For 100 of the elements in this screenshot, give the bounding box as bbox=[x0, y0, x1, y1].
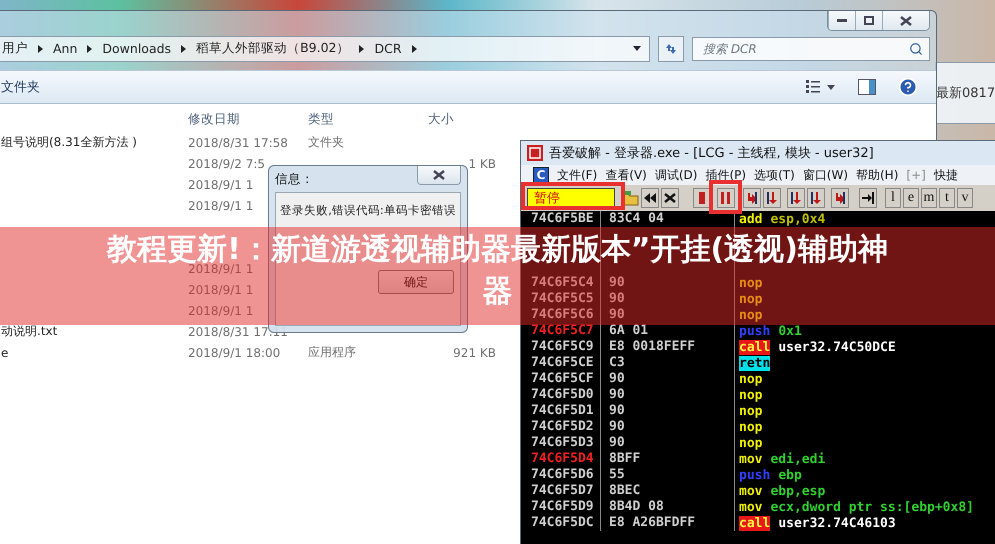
address-cell: 74C6F5D7 bbox=[521, 483, 601, 499]
step-button[interactable] bbox=[743, 188, 761, 208]
view-button[interactable]: l bbox=[885, 188, 901, 208]
arrow-icon bbox=[790, 191, 802, 205]
step-button[interactable] bbox=[787, 188, 805, 208]
mnemonic-text: call bbox=[739, 516, 770, 530]
chevron-icon bbox=[359, 44, 364, 52]
operand-text: ebp,esp bbox=[770, 484, 826, 498]
address-cell: 74C6F5D0 bbox=[521, 387, 601, 403]
minimize-icon bbox=[837, 19, 847, 22]
breadcrumb-item[interactable]: 用户 bbox=[2, 40, 28, 57]
date-cell: 2018/8/31 17:11 bbox=[188, 324, 288, 338]
pause-icon bbox=[721, 192, 731, 204]
help-icon[interactable] bbox=[898, 77, 918, 97]
mnemonic-text: nop bbox=[739, 292, 762, 306]
chevron-icon bbox=[38, 44, 43, 52]
address-bar[interactable]: 用户 Ann Downloads 稻草人外部驱动（B9.02） DCR bbox=[0, 36, 650, 62]
app-logo-icon bbox=[527, 145, 543, 161]
address-cell: 74C6F5DC bbox=[521, 515, 601, 531]
step-button[interactable] bbox=[807, 188, 825, 208]
menu-item[interactable]: 查看(V) bbox=[605, 166, 647, 184]
chevron-icon bbox=[181, 44, 186, 52]
operand-text: ebp bbox=[778, 468, 802, 482]
maximize-button[interactable] bbox=[855, 11, 882, 30]
size-cell: 921 KB bbox=[453, 346, 496, 360]
hex-cell: 90 bbox=[601, 435, 735, 451]
window-text: 最新0817 bbox=[936, 85, 995, 102]
status-field: 暂停 bbox=[527, 188, 615, 208]
view-button[interactable]: m bbox=[921, 188, 937, 208]
address-cell: 74C6F5C7 bbox=[521, 323, 601, 339]
menu-item[interactable]: 插件(P) bbox=[705, 166, 746, 184]
toolbar-label[interactable]: 文件夹 bbox=[1, 78, 40, 96]
list-view-icon[interactable] bbox=[806, 80, 836, 94]
dialog-message: 登录失败,错误代码:单码卡密错误 bbox=[280, 203, 456, 218]
operand-text: esp,0x4 bbox=[770, 212, 826, 226]
view-button[interactable]: v bbox=[957, 188, 973, 208]
date-cell: 2018/9/1 1 bbox=[188, 198, 254, 212]
arrow-icon bbox=[834, 191, 846, 205]
menu-item[interactable]: 文件(F) bbox=[557, 166, 598, 184]
hex-cell: 55 bbox=[601, 467, 735, 483]
date-cell: 2018/8/31 17:58 bbox=[188, 136, 288, 150]
hex-cell: 8BEC bbox=[601, 483, 735, 499]
type-cell: 应用程序 bbox=[308, 344, 356, 361]
column-header[interactable]: 大小 bbox=[428, 110, 496, 128]
dropdown-arrow-icon[interactable] bbox=[633, 46, 641, 51]
close-button[interactable] bbox=[882, 11, 929, 30]
preview-pane-icon[interactable] bbox=[858, 79, 876, 95]
mnemonic-text: nop bbox=[739, 276, 762, 290]
menu-item[interactable]: 调试(D) bbox=[654, 166, 698, 184]
view-button[interactable]: e bbox=[903, 188, 919, 208]
view-button[interactable]: t bbox=[939, 188, 955, 208]
breadcrumb-item[interactable]: 稻草人外部驱动（B9.02） bbox=[196, 40, 350, 57]
close-button[interactable] bbox=[661, 188, 679, 208]
close-icon bbox=[664, 193, 676, 203]
mnemonic-text: nop bbox=[739, 308, 762, 322]
menu-item[interactable]: 快捷 bbox=[934, 166, 958, 184]
breadcrumb-item[interactable]: Ann bbox=[53, 41, 78, 56]
menu-item[interactable]: 帮助(H) bbox=[856, 166, 898, 184]
menu-item[interactable]: 窗口(W) bbox=[802, 166, 848, 184]
operand-text: user32.74C46103 bbox=[778, 516, 896, 530]
date-cell: 2018/9/1 18:00 bbox=[188, 346, 280, 360]
arrow-icon bbox=[766, 191, 778, 205]
address-cell: 74C6F5D3 bbox=[521, 435, 601, 451]
mnemonic-text: retn bbox=[739, 356, 770, 370]
hex-cell: 83C4 04 bbox=[601, 211, 735, 227]
annotation-frame bbox=[709, 180, 742, 214]
menu-item[interactable]: 选项(T) bbox=[754, 166, 795, 184]
mnemonic-text: mov bbox=[739, 484, 762, 498]
close-icon bbox=[433, 170, 445, 180]
ok-button[interactable]: 确定 bbox=[378, 270, 454, 294]
minimize-button[interactable] bbox=[828, 11, 855, 30]
step-button[interactable] bbox=[831, 188, 849, 208]
pause-button[interactable] bbox=[717, 188, 735, 208]
type-cell: 文件夹 bbox=[308, 134, 344, 151]
column-header[interactable]: 修改日期 bbox=[188, 110, 308, 128]
rewind-button[interactable] bbox=[641, 188, 659, 208]
address-cell: 74C6F5D1 bbox=[521, 403, 601, 419]
maximize-icon bbox=[864, 16, 874, 25]
date-cell: 2018/9/2 7:5 bbox=[188, 156, 266, 170]
file-name[interactable]: 组号说明(8.31全新方法 ) bbox=[1, 134, 137, 151]
file-name[interactable]: 动说明.txt bbox=[1, 323, 58, 340]
step-button[interactable] bbox=[859, 188, 877, 208]
breadcrumb-item[interactable]: Downloads bbox=[102, 41, 172, 56]
window-title: 吾爱破解 - 登录器.exe - [LCG - 主线程, 模块 - user32] bbox=[549, 145, 874, 162]
mnemonic-text: nop bbox=[739, 404, 762, 418]
hex-cell: 90 bbox=[601, 387, 735, 403]
hex-cell: 8B4D 08 bbox=[601, 499, 735, 515]
mnemonic-text: call bbox=[739, 340, 770, 354]
column-header[interactable]: 类型 bbox=[308, 110, 428, 128]
search-field[interactable]: 搜索 DCR bbox=[692, 36, 930, 60]
file-name[interactable]: e bbox=[1, 346, 8, 360]
close-button[interactable] bbox=[417, 166, 461, 185]
address-cell: 74C6F5C6 bbox=[521, 307, 601, 323]
breadcrumb-item[interactable]: DCR bbox=[374, 41, 402, 56]
mnemonic-text: mov bbox=[739, 500, 762, 514]
refresh-button[interactable] bbox=[658, 36, 684, 62]
search-icon bbox=[909, 42, 923, 56]
step-button[interactable] bbox=[763, 188, 781, 208]
mnemonic-text: nop bbox=[739, 436, 762, 450]
operand-text: 0x1 bbox=[778, 324, 802, 338]
